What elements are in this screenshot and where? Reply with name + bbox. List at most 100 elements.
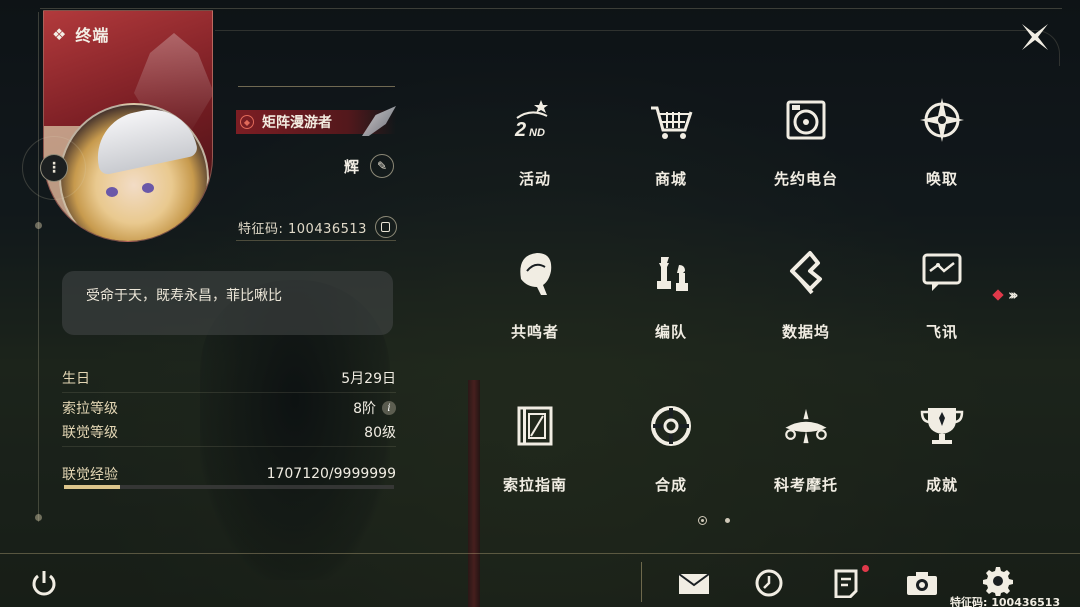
menu-label: 共鸣者 [510,323,559,341]
avatar-eye [142,183,154,193]
menu-shop[interactable]: 商城 [616,70,726,190]
menu-label: 科考摩托 [773,476,838,494]
menu-guide[interactable]: 索拉指南 [480,376,590,496]
character-head-icon [511,249,559,297]
title-badge[interactable]: ◆ 矩阵漫游者 [236,106,396,136]
stat-sola-level: 索拉等级 8阶 i [62,397,396,419]
clock-icon [755,569,783,597]
settings-button[interactable] [981,564,1015,598]
menu-label: 数据坞 [781,323,830,341]
menu-databank[interactable]: 数据坞 [751,223,861,343]
menu-convene[interactable]: 唤取 [887,70,997,190]
menu-achievements[interactable]: 成就 [887,376,997,496]
menu-label: 成就 [925,476,958,494]
stat-label: 生日 [62,371,90,387]
uid-text: 特征码: 100436513 [238,221,367,237]
player-name: 辉 [344,158,360,176]
guide-book-icon [511,402,559,450]
diamond-cluster-icon: ❖ [52,24,68,44]
next-page-button[interactable]: ››› [992,284,1034,306]
radio-record-icon [782,96,830,144]
menu-label: 唤取 [925,170,958,188]
menu-label: 先约电台 [773,170,838,188]
mail-button[interactable] [677,566,711,600]
left-rail [38,12,39,522]
menu-motorcycle[interactable]: 科考摩托 [751,376,861,496]
left-rail-dot [35,514,42,521]
menu-resonators[interactable]: 共鸣者 [480,223,590,343]
notice-button[interactable] [829,566,863,600]
page-title: 终端 [75,26,110,45]
feather-icon [362,106,396,136]
stat-value: 1707120/9999999 [266,466,396,482]
stat-value: 8阶 [353,401,376,417]
edit-name-button[interactable]: ✎ [370,154,394,178]
svg-text:ND: ND [529,127,545,139]
title-badge-label: 矩阵漫游者 [262,115,332,131]
motorcycle-icon [782,402,830,450]
badge-emblem-icon: ◆ [240,115,254,129]
stat-label: 联觉经验 [62,467,118,483]
bottom-divider-line [0,553,1080,554]
notification-dot [862,565,869,572]
menu-team[interactable]: 编队 [616,223,726,343]
page-indicator-dot[interactable] [725,518,730,523]
chat-bubble-icon [918,249,966,297]
menu-label: 编队 [654,323,687,341]
stat-value: 5月29日 [341,371,396,387]
shopping-cart-icon [647,96,695,144]
info-icon[interactable]: i [382,401,396,415]
pencil-icon: ✎ [376,159,388,173]
exp-progress-bar [64,485,394,489]
stat-label: 联觉等级 [62,425,118,441]
menu-activity[interactable]: 2 ND 活动 [480,70,590,190]
2nd-anniversary-icon: 2 ND [511,96,559,144]
copy-icon [381,222,391,232]
mail-icon [678,573,710,594]
menu-synthesis[interactable]: 合成 [616,376,726,496]
clock-button[interactable] [752,566,786,600]
menu-label: 活动 [518,170,551,188]
stat-birthday: 生日 5月29日 [62,367,396,389]
page-indicator-dot-active[interactable] [698,516,707,525]
gear-icon [983,567,1013,596]
stat-value-group: 8阶 i [353,398,396,418]
menu-radio[interactable]: 先约电台 [751,70,861,190]
power-button[interactable] [27,566,61,600]
divider [238,86,395,87]
divider [62,392,396,393]
header: ❖ 终端 [52,22,109,46]
vertical-dots-icon: ⋮ [47,160,61,176]
uid-row: 特征码: 100436513 [238,216,397,238]
notice-board-icon [834,569,858,598]
divider [62,446,396,447]
stat-union-exp: 联觉经验 1707120/9999999 [62,463,396,485]
more-options-button[interactable]: ⋮ [40,154,68,182]
synthesis-icon [647,402,695,450]
exp-progress-fill [64,485,121,489]
divider [641,562,642,602]
compass-star-icon [918,96,966,144]
svg-text:2: 2 [514,119,526,141]
avatar-eye [106,187,118,197]
menu-label: 飞讯 [925,323,958,341]
menu-messenger[interactable]: 飞讯 [887,223,997,343]
signature-text: 受命于天，既寿永昌，菲比啾比 [86,288,282,304]
close-button[interactable] [1018,20,1052,54]
menu-label: 合成 [654,476,687,494]
left-rail-dot [35,222,42,229]
divider [236,240,396,241]
frame-line-inner [215,30,1060,66]
chess-pieces-icon [647,249,695,297]
databank-icon [782,249,830,297]
stat-value: 80级 [364,425,396,441]
menu-label: 索拉指南 [502,476,567,494]
footer-uid: 特征码: 100436513 [950,596,1061,607]
trophy-icon [918,402,966,450]
camera-button[interactable] [905,566,939,600]
signature-box[interactable]: 受命于天，既寿永昌，菲比啾比 [62,271,393,335]
triple-chevron-right-icon: ››› [1008,286,1018,304]
copy-uid-button[interactable] [374,216,397,238]
camera-icon [907,572,937,595]
frame-line-top [40,8,1062,9]
